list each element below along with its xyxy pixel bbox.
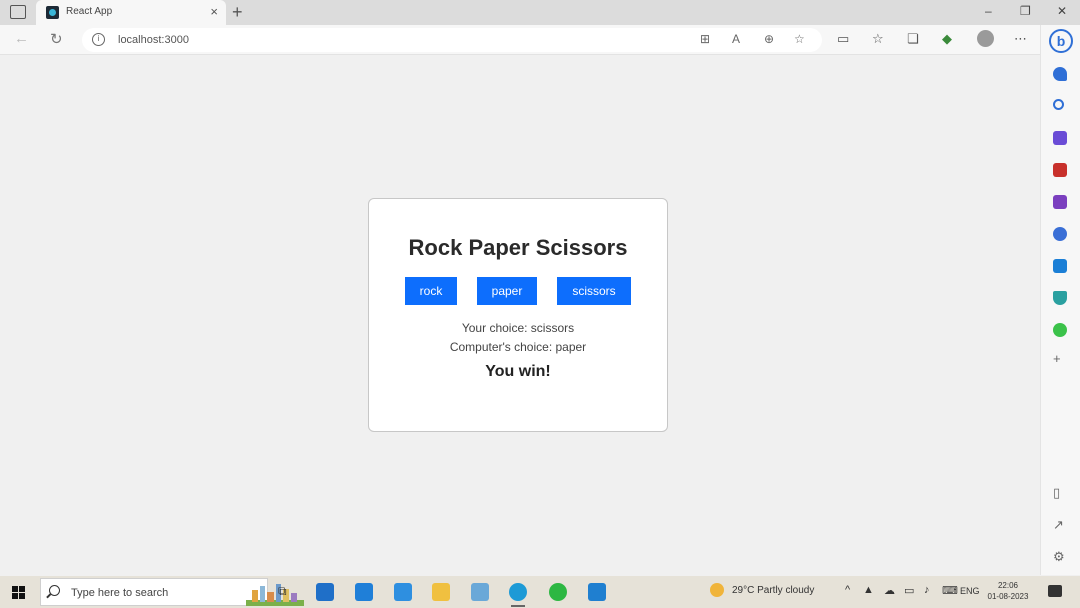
shopping-icon[interactable] <box>1053 131 1067 145</box>
tab-strip: React App × + – ❐ ✕ <box>0 0 1080 25</box>
clock-date: 01-08-2023 <box>987 592 1029 601</box>
windows-taskbar: Type here to search ⧉ 29°C Partly cloudy… <box>0 576 1080 608</box>
weather-icon <box>710 583 724 597</box>
network-icon[interactable]: ▲ <box>863 584 874 596</box>
scissors-button[interactable]: scissors <box>557 277 631 305</box>
open-external-icon[interactable]: ↗ <box>1053 517 1064 533</box>
add-sidebar-app-icon[interactable]: + <box>1053 351 1061 366</box>
games-icon[interactable] <box>1053 195 1067 209</box>
keyboard-icon[interactable]: ⌨ <box>942 584 958 597</box>
volume-icon[interactable]: ♪ <box>924 584 930 596</box>
split-screen-icon[interactable]: ▭ <box>837 31 849 47</box>
onedrive-icon[interactable]: ☁ <box>884 584 895 597</box>
taskbar-clock[interactable]: 22:06 01-08-2023 <box>983 580 1033 602</box>
read-aloud-icon[interactable]: A <box>732 32 740 46</box>
file-explorer-icon[interactable] <box>432 583 450 601</box>
computer-choice-text: Computer's choice: paper <box>449 340 587 354</box>
your-choice-text: Your choice: scissors <box>461 321 575 335</box>
drop-icon[interactable] <box>1053 291 1067 305</box>
collections-icon[interactable]: ❏ <box>907 31 919 47</box>
url-text[interactable]: localhost:3000 <box>118 34 189 46</box>
address-bar[interactable]: i localhost:3000 ⊞ A ⊕ ☆ <box>82 28 822 52</box>
edge-sidebar: b + ▯ ↗ ⚙ <box>1040 25 1080 575</box>
tab-react-app[interactable]: React App × <box>36 0 226 25</box>
notifications-icon[interactable] <box>1048 585 1062 597</box>
mail-app-icon[interactable] <box>316 583 334 601</box>
taskbar-search-box[interactable]: Type here to search <box>40 578 304 606</box>
search-sidebar-icon[interactable] <box>1053 99 1064 110</box>
close-window-icon[interactable]: ✕ <box>1057 4 1067 18</box>
game-title: Rock Paper Scissors <box>408 235 628 260</box>
result-text: You win! <box>485 363 551 380</box>
search-icon <box>49 585 60 596</box>
store-app-icon[interactable] <box>394 583 412 601</box>
rock-button[interactable]: rock <box>405 277 457 305</box>
favorites-icon[interactable]: ☆ <box>872 31 884 47</box>
office-icon[interactable] <box>1053 227 1067 241</box>
search-placeholder: Type here to search <box>71 587 169 599</box>
zoom-icon[interactable]: ⊕ <box>764 32 774 46</box>
bing-chat-icon[interactable]: b <box>1049 29 1073 53</box>
city-skyline-icon <box>246 584 304 606</box>
extension-icon[interactable]: ◆ <box>942 31 952 47</box>
whatsapp-sidebar-icon[interactable] <box>1053 323 1067 337</box>
restore-icon[interactable]: ❐ <box>1020 4 1031 18</box>
sidebar-layout-icon[interactable]: ▯ <box>1053 485 1060 501</box>
clock-time: 22:06 <box>997 581 1019 590</box>
tab-actions-icon[interactable] <box>10 5 26 19</box>
more-menu-icon[interactable]: ⋯ <box>1014 31 1027 47</box>
game-card: Rock Paper Scissors rock paper scissors … <box>368 198 668 432</box>
vscode-app-icon[interactable] <box>588 583 606 601</box>
outlook-icon[interactable] <box>1053 259 1067 273</box>
windows-start-icon[interactable] <box>12 586 25 599</box>
refresh-icon[interactable]: ↻ <box>50 30 63 48</box>
language-indicator[interactable]: ENG <box>960 586 980 596</box>
bell-icon[interactable] <box>1053 67 1067 81</box>
app-available-icon[interactable]: ⊞ <box>700 32 710 46</box>
page-content: Rock Paper Scissors rock paper scissors … <box>0 56 1040 575</box>
react-favicon-icon <box>46 6 59 19</box>
show-hidden-icons[interactable]: ^ <box>845 584 850 596</box>
favorite-star-icon[interactable]: ☆ <box>794 32 805 46</box>
tools-icon[interactable] <box>1053 163 1067 177</box>
edge-active-indicator <box>511 605 525 607</box>
profile-avatar-icon[interactable] <box>977 30 994 47</box>
minimize-icon[interactable]: – <box>985 4 992 18</box>
word-app-icon[interactable] <box>355 583 373 601</box>
whatsapp-app-icon[interactable] <box>549 583 567 601</box>
new-tab-icon[interactable]: + <box>232 2 243 23</box>
battery-icon[interactable]: ▭ <box>904 584 914 597</box>
settings-gear-icon[interactable]: ⚙ <box>1053 549 1065 565</box>
site-info-icon[interactable]: i <box>92 33 105 46</box>
photos-app-icon[interactable] <box>471 583 489 601</box>
paper-button[interactable]: paper <box>477 277 537 305</box>
tab-title: React App <box>66 6 113 17</box>
browser-toolbar: ← ↻ i localhost:3000 ⊞ A ⊕ ☆ ▭ ☆ ❏ ◆ ⋯ <box>0 25 1080 55</box>
tab-close-icon[interactable]: × <box>210 4 218 19</box>
weather-text[interactable]: 29°C Partly cloudy <box>732 585 814 596</box>
back-icon[interactable]: ← <box>14 30 29 47</box>
task-view-icon[interactable]: ⧉ <box>278 584 287 599</box>
edge-browser-icon[interactable] <box>509 583 527 601</box>
